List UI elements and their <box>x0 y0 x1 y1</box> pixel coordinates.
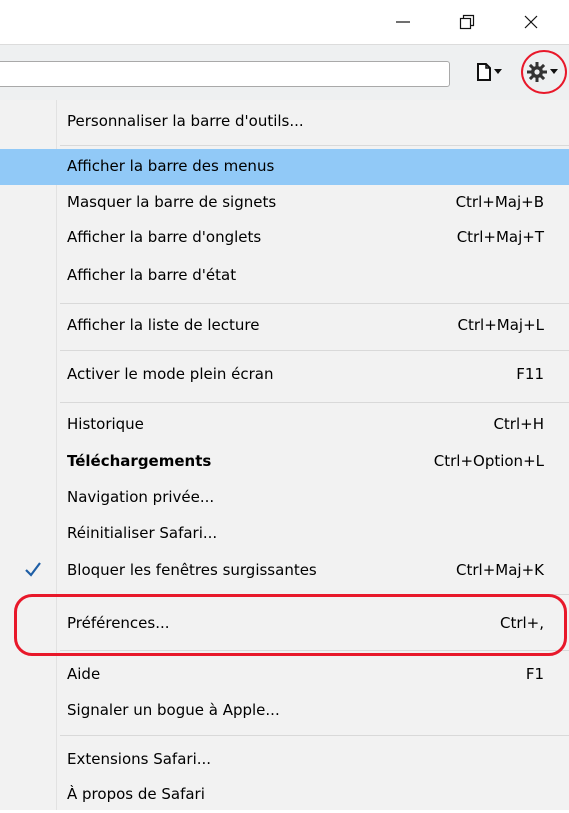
annotation-rectangle <box>14 594 567 656</box>
menu-separator <box>60 402 569 403</box>
menu-item-show-readinglist[interactable]: Afficher la liste de lecture Ctrl+Maj+L <box>0 308 569 344</box>
minimize-icon <box>396 21 410 23</box>
menu-item-label: Personnaliser la barre d'outils... <box>67 112 304 130</box>
menu-item-help[interactable]: Aide F1 <box>0 657 569 693</box>
menu-item-show-statusbar[interactable]: Afficher la barre d'état <box>0 258 569 294</box>
menu-separator <box>60 735 569 736</box>
page-icon <box>477 63 491 81</box>
menu-item-shortcut: Ctrl+Maj+K <box>456 561 544 579</box>
menu-item-fullscreen[interactable]: Activer le mode plein écran F11 <box>0 357 569 393</box>
menu-item-shortcut: Ctrl+Maj+T <box>456 228 544 246</box>
page-menu-button[interactable] <box>476 57 502 87</box>
restore-button[interactable] <box>444 6 490 38</box>
menu-item-label: Aide <box>67 665 101 683</box>
checkmark-icon <box>25 562 41 577</box>
menu-item-private-browsing[interactable]: Navigation privée... <box>0 480 569 516</box>
menu-item-show-tabbar[interactable]: Afficher la barre d'onglets Ctrl+Maj+T <box>0 220 569 256</box>
menu-item-block-popups[interactable]: Bloquer les fenêtres surgissantes Ctrl+M… <box>0 553 569 589</box>
menu-item-label: Afficher la barre d'état <box>67 266 237 284</box>
address-bar[interactable] <box>0 61 450 87</box>
close-button[interactable] <box>508 6 554 38</box>
menu-item-label: Historique <box>67 415 144 433</box>
menu-item-label: Navigation privée... <box>67 488 215 506</box>
menu-separator <box>60 303 569 304</box>
menu-item-hide-bookmarks[interactable]: Masquer la barre de signets Ctrl+Maj+B <box>0 185 569 221</box>
chevron-down-icon <box>494 69 502 74</box>
menu-item-customize-toolbar[interactable]: Personnaliser la barre d'outils... <box>0 104 569 140</box>
menu-item-shortcut: Ctrl+Maj+B <box>455 193 544 211</box>
menu-item-label: Extensions Safari... <box>67 750 212 768</box>
menu-item-label: Afficher la barre des menus <box>67 157 275 175</box>
menu-item-extensions[interactable]: Extensions Safari... <box>0 742 569 778</box>
menu-item-label: Masquer la barre de signets <box>67 193 277 211</box>
menu-item-shortcut: Ctrl+Option+L <box>433 452 544 470</box>
menu-item-reset-safari[interactable]: Réinitialiser Safari... <box>0 516 569 552</box>
menu-item-report-bug[interactable]: Signaler un bogue à Apple... <box>0 693 569 729</box>
menu-item-shortcut: Ctrl+Maj+L <box>457 316 544 334</box>
menu-separator <box>60 350 569 351</box>
menu-item-downloads[interactable]: Téléchargements Ctrl+Option+L <box>0 444 569 480</box>
menu-item-label: Activer le mode plein écran <box>67 365 274 383</box>
menu-item-label: Afficher la liste de lecture <box>67 316 260 334</box>
menu-item-label: Signaler un bogue à Apple... <box>67 701 280 719</box>
annotation-circle <box>521 50 567 94</box>
menu-item-shortcut: F1 <box>525 665 544 683</box>
menu-item-shortcut: Ctrl+H <box>493 415 544 433</box>
toolbar <box>0 44 569 101</box>
menu-item-shortcut: F11 <box>516 365 544 383</box>
title-bar <box>0 0 569 44</box>
menu-item-history[interactable]: Historique Ctrl+H <box>0 407 569 443</box>
menu-item-label: Téléchargements <box>67 452 212 470</box>
minimize-button[interactable] <box>380 6 426 38</box>
menu-item-label: Réinitialiser Safari... <box>67 524 218 542</box>
close-icon <box>524 15 538 29</box>
menu-item-label: Bloquer les fenêtres surgissantes <box>67 561 317 579</box>
menu-item-label: Afficher la barre d'onglets <box>67 228 262 246</box>
menu-item-show-menubar[interactable]: Afficher la barre des menus <box>0 149 569 185</box>
settings-dropdown-menu: Personnaliser la barre d'outils... Affic… <box>0 100 569 810</box>
restore-icon <box>459 14 475 30</box>
menu-item-label: À propos de Safari <box>67 785 205 803</box>
menu-separator <box>60 145 569 146</box>
menu-item-about[interactable]: À propos de Safari <box>0 777 569 813</box>
